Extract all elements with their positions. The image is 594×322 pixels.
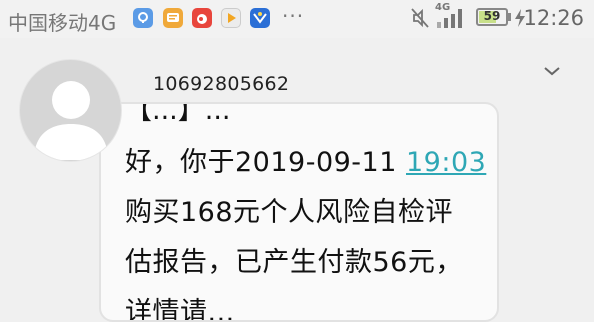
message-line: 详情请... — [125, 297, 235, 322]
status-bar: 中国移动4G ··· 4G 59 12:26 — [0, 0, 594, 38]
signal-icon — [437, 8, 467, 32]
carrier-label: 中国移动4G — [8, 11, 117, 35]
time-link[interactable]: 19:03 — [406, 147, 486, 178]
message-line: 购买168元个人风险自检评 — [125, 197, 454, 228]
more-notifications-icon: ··· — [282, 4, 305, 28]
avatar[interactable] — [19, 59, 122, 162]
battery-level: 59 — [483, 9, 501, 23]
news-app-icon — [250, 8, 270, 28]
weibo-icon — [192, 8, 212, 28]
location-icon — [133, 8, 153, 28]
battery-icon: 59 — [476, 8, 508, 26]
clock: 12:26 — [523, 6, 584, 30]
chevron-down-icon[interactable] — [541, 60, 563, 82]
message-app-icon — [163, 8, 183, 28]
sender-number[interactable]: 10692805662 — [153, 73, 289, 95]
video-app-icon — [221, 8, 241, 28]
person-icon — [34, 81, 108, 160]
message-line: 好，你于2019-09-11 19:03 — [125, 140, 486, 179]
message-bubble[interactable]: 【...】... 好，你于2019-09-11 19:03 购买168元个人风险… — [99, 102, 499, 322]
message-line: 估报告，已产生付款56元， — [125, 247, 463, 278]
mute-icon — [410, 7, 430, 33]
message-text: 好，你于2019-09-11 — [125, 147, 406, 178]
battery-cap — [508, 13, 511, 21]
message-partial-line: 【...】... — [125, 102, 231, 126]
